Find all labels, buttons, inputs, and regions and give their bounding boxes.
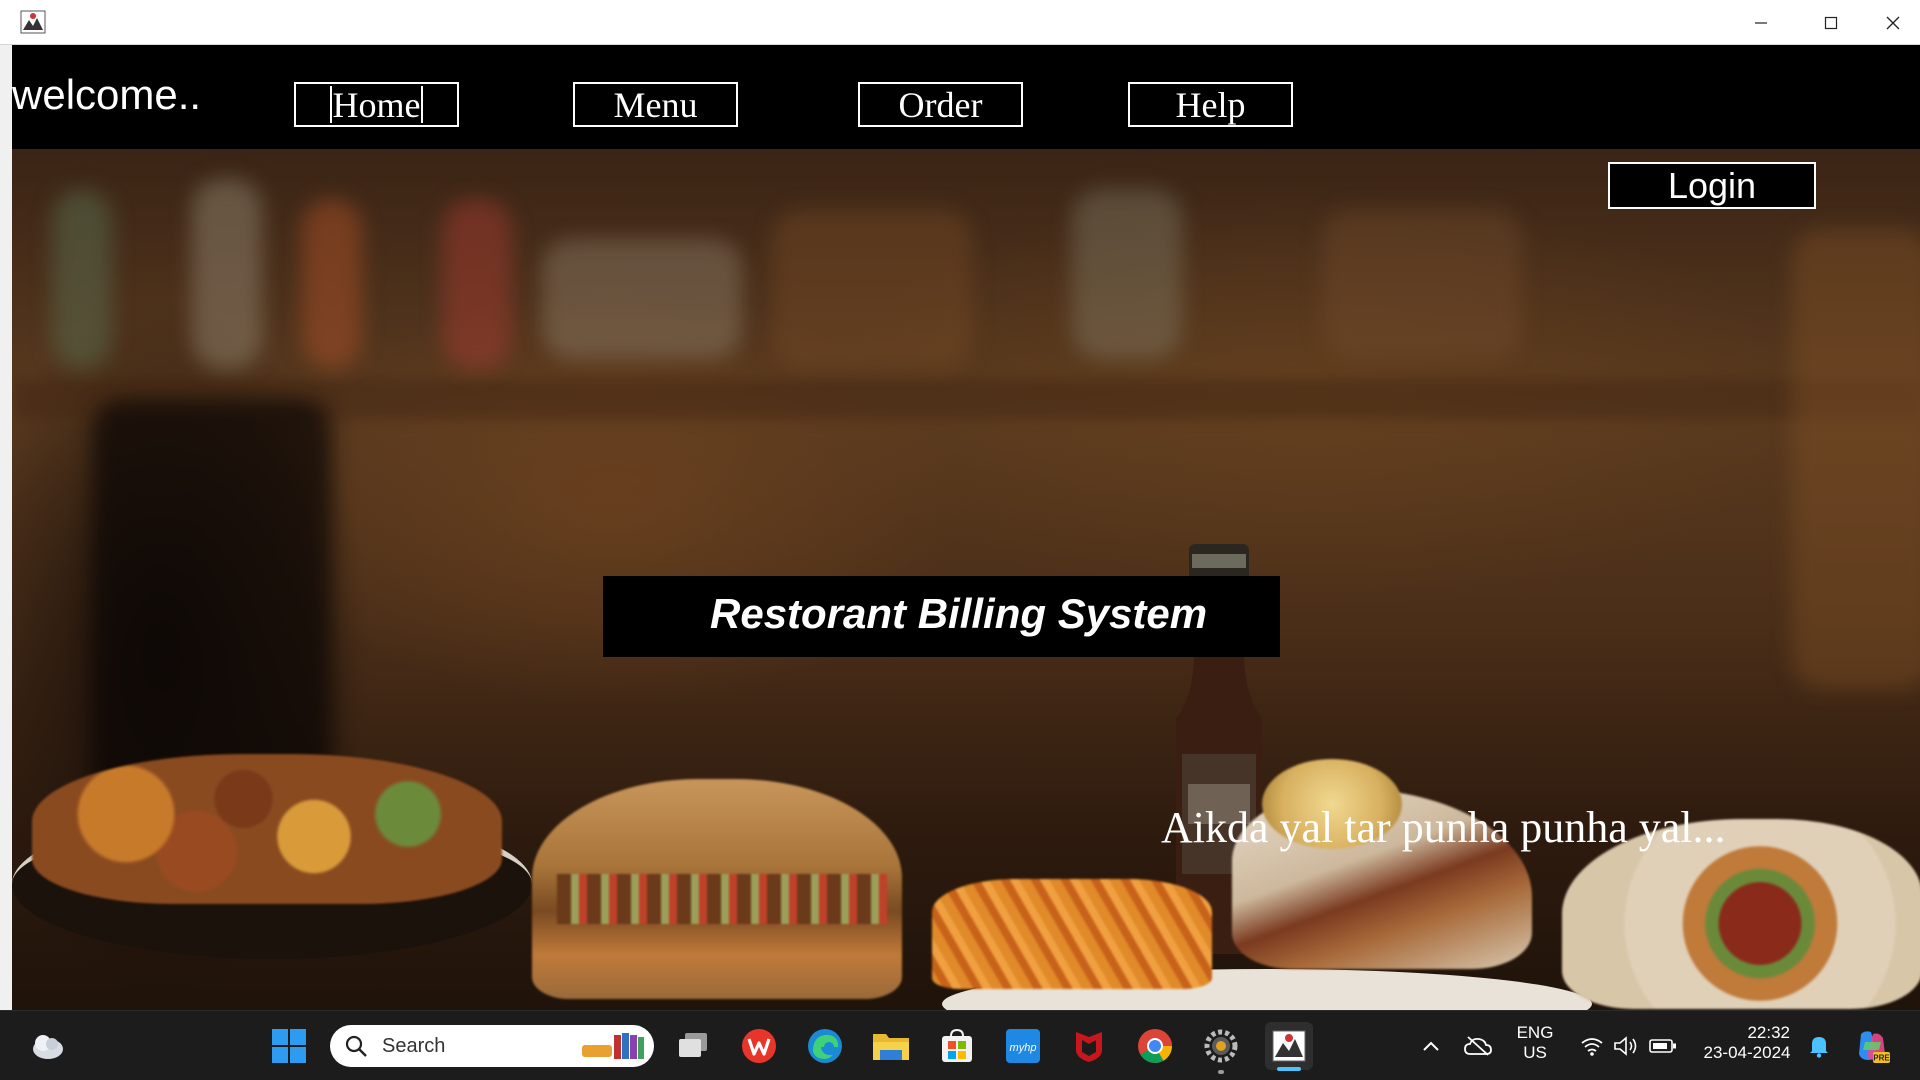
language-code: ENG [1516, 1023, 1554, 1042]
app-window: welcome.. Home Menu Order Help Login Res… [12, 45, 1920, 1010]
food-sandwich-filling [557, 874, 887, 924]
taskbar-search-box[interactable]: Search [330, 1025, 654, 1067]
start-icon[interactable] [269, 1026, 309, 1066]
nav-menu-button[interactable]: Menu [573, 82, 738, 127]
maximize-icon[interactable] [1796, 0, 1866, 45]
clock[interactable]: 22:32 23-04-2024 [1698, 1023, 1796, 1063]
nav-home-label: Home [332, 84, 421, 125]
food-fries [932, 879, 1212, 989]
nav-menu-label: Menu [613, 84, 698, 125]
tagline-text: Aikda yal tar punha punha yal... [1161, 803, 1726, 852]
task-view-icon[interactable] [673, 1026, 713, 1066]
focus-indicator [421, 86, 423, 123]
myhp-icon[interactable]: myhp [1003, 1026, 1043, 1066]
language-indicator[interactable]: ENG US [1512, 1023, 1558, 1063]
edge-icon[interactable] [805, 1026, 845, 1066]
login-button[interactable]: Login [1608, 162, 1816, 209]
search-icon [345, 1035, 367, 1057]
background-object [1792, 229, 1920, 689]
chrome-icon[interactable] [1135, 1026, 1175, 1066]
window-titlebar [0, 0, 1920, 45]
clock-time: 22:32 [1747, 1023, 1790, 1042]
focus-indicator [330, 86, 332, 123]
wps-office-icon[interactable] [739, 1026, 779, 1066]
battery-icon[interactable] [1643, 1026, 1683, 1066]
java-app-icon[interactable] [1265, 1022, 1313, 1070]
background-object [1072, 189, 1182, 359]
welcome-text: welcome.. [12, 71, 202, 118]
background-object [772, 209, 972, 369]
volume-icon[interactable] [1606, 1026, 1646, 1066]
nav-order-label: Order [898, 84, 983, 125]
show-hidden-icons-chevron-up-icon[interactable] [1411, 1026, 1451, 1066]
window-left-border [0, 45, 12, 1010]
active-app-indicator [1277, 1067, 1301, 1071]
background-bottle [442, 199, 512, 369]
title-banner: Restorant Billing System [603, 576, 1280, 657]
running-indicator [1218, 1070, 1224, 1074]
onedrive-offline-icon[interactable] [1458, 1026, 1498, 1066]
file-explorer-icon[interactable] [871, 1026, 911, 1066]
search-placeholder: Search [382, 1035, 446, 1057]
food-nachos [32, 754, 502, 904]
copilot-icon[interactable]: PRE [1852, 1026, 1892, 1066]
keyboard-region: US [1523, 1043, 1547, 1062]
notification-bell-icon[interactable] [1799, 1026, 1839, 1066]
clock-date: 23-04-2024 [1703, 1043, 1791, 1062]
background-object [1322, 209, 1522, 359]
close-icon[interactable] [1866, 0, 1920, 45]
background-bottle [192, 179, 262, 369]
widgets-icon[interactable] [28, 1026, 68, 1066]
login-label: Login [1667, 164, 1757, 206]
taskbar: Search myhp ENG US 22:32 23-04-2024 PRE [0, 1010, 1920, 1080]
nav-order-button[interactable]: Order [858, 82, 1023, 127]
nav-help-button[interactable]: Help [1128, 82, 1293, 127]
settings-app-icon[interactable] [1201, 1026, 1241, 1066]
app-icon [20, 10, 46, 34]
search-highlight-icon [582, 1033, 644, 1059]
svg-text:myhp: myhp [1010, 1042, 1037, 1054]
background-object [542, 239, 742, 359]
app-title: Restorant Billing System [710, 590, 1208, 637]
top-navbar: welcome.. Home Menu Order Help [12, 45, 1920, 149]
microsoft-store-icon[interactable] [937, 1026, 977, 1066]
background-bottle [52, 189, 112, 369]
background-bottle [302, 199, 362, 369]
svg-text:PRE: PRE [1873, 1054, 1890, 1063]
nav-help-label: Help [1175, 84, 1246, 125]
mcafee-icon[interactable] [1069, 1026, 1109, 1066]
minimize-icon[interactable] [1726, 0, 1796, 45]
nav-home-button[interactable]: Home [294, 82, 459, 127]
